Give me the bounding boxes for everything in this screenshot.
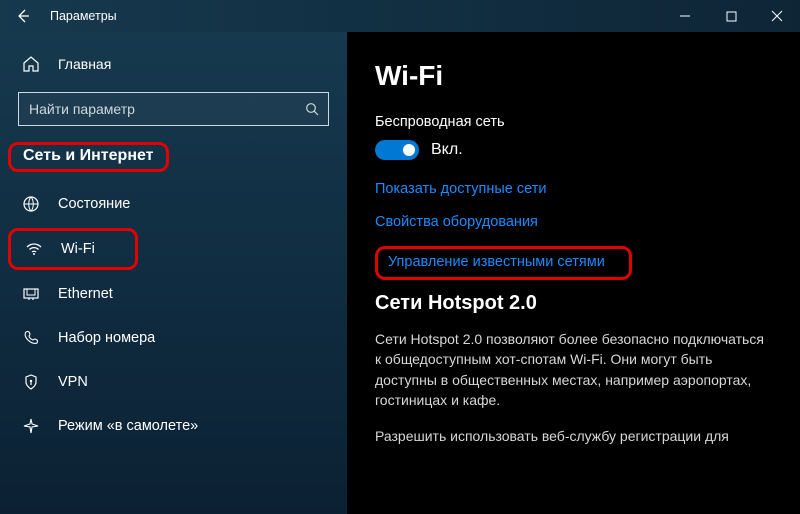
annotation-highlight: Wi-Fi <box>8 228 138 270</box>
home-icon <box>20 55 42 73</box>
link-show-networks[interactable]: Показать доступные сети <box>375 181 546 197</box>
minimize-button[interactable] <box>662 0 708 32</box>
phone-icon <box>20 329 42 347</box>
sidebar-item-label: Состояние <box>58 196 130 212</box>
titlebar: Параметры <box>0 0 800 32</box>
toggle-knob <box>403 144 415 156</box>
sidebar-item-label: Набор номера <box>58 330 155 346</box>
sidebar-item-label: VPN <box>58 374 88 390</box>
sidebar-item-wifi[interactable]: Wi-Fi <box>19 231 95 267</box>
sidebar-home-label: Главная <box>58 56 111 72</box>
maximize-icon <box>726 11 737 22</box>
annotation-highlight: Сеть и Интернет <box>8 142 169 172</box>
hotspot-heading: Сети Hotspot 2.0 <box>375 292 772 315</box>
search-icon <box>305 102 320 117</box>
page-heading: Wi-Fi <box>375 60 772 92</box>
hotspot-body2: Разрешить использовать веб-службу регист… <box>375 426 772 446</box>
link-manage-known[interactable]: Управление известными сетями <box>388 254 605 270</box>
sidebar-item-label: Ethernet <box>58 286 113 302</box>
ethernet-icon <box>20 285 42 303</box>
sidebar-item-ethernet[interactable]: Ethernet <box>0 272 347 316</box>
sidebar-home[interactable]: Главная <box>0 44 347 84</box>
wifi-icon <box>23 240 45 258</box>
arrow-left-icon <box>15 8 31 24</box>
hotspot-body: Сети Hotspot 2.0 позволяют более безопас… <box>375 329 772 410</box>
sidebar-item-status[interactable]: Состояние <box>0 182 347 226</box>
minimize-icon <box>679 10 691 22</box>
link-hw-properties[interactable]: Свойства оборудования <box>375 214 538 230</box>
close-icon <box>771 10 783 22</box>
window-title: Параметры <box>46 9 117 23</box>
back-button[interactable] <box>0 0 46 32</box>
sidebar: Главная Сеть и Интернет Состояние <box>0 32 347 514</box>
toggle-state-label: Вкл. <box>431 141 463 159</box>
sidebar-item-vpn[interactable]: VPN <box>0 360 347 404</box>
wireless-label: Беспроводная сеть <box>375 114 772 130</box>
close-button[interactable] <box>754 0 800 32</box>
annotation-highlight: Управление известными сетями <box>375 246 632 280</box>
vpn-icon <box>20 373 42 391</box>
airplane-icon <box>20 417 42 435</box>
sidebar-section-header: Сеть и Интернет <box>23 147 154 165</box>
sidebar-item-label: Wi-Fi <box>61 241 95 257</box>
wifi-toggle[interactable] <box>375 140 419 160</box>
status-icon <box>20 195 42 213</box>
maximize-button[interactable] <box>708 0 754 32</box>
sidebar-item-label: Режим «в самолете» <box>58 418 198 434</box>
search-box[interactable] <box>18 92 329 126</box>
sidebar-item-airplane[interactable]: Режим «в самолете» <box>0 404 347 448</box>
content-pane: Wi-Fi Беспроводная сеть Вкл. Показать до… <box>347 32 800 514</box>
search-input[interactable] <box>29 101 305 117</box>
sidebar-item-dialup[interactable]: Набор номера <box>0 316 347 360</box>
